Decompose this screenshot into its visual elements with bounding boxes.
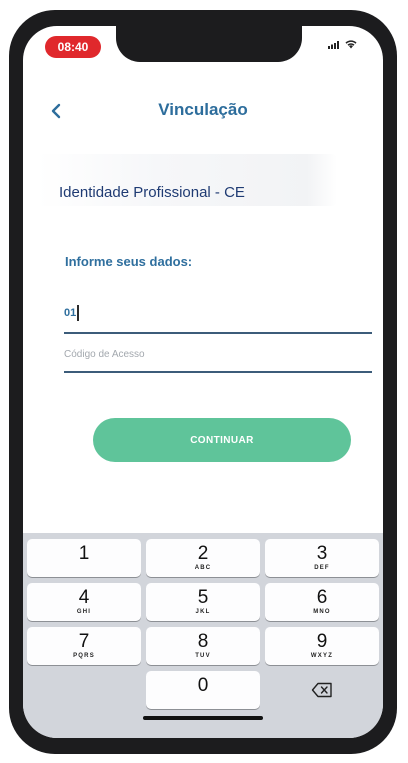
key-digit: 1 bbox=[78, 543, 90, 564]
key-6[interactable]: 6 MNO bbox=[265, 583, 379, 621]
key-letters: MNO bbox=[313, 609, 331, 615]
access-code-placeholder: Código de Acesso bbox=[64, 348, 145, 360]
key-letters: TUV bbox=[195, 653, 211, 659]
key-letters: DEF bbox=[314, 565, 330, 571]
key-letters: ABC bbox=[194, 565, 212, 571]
key-1[interactable]: 1 bbox=[27, 539, 141, 577]
phone-frame: 08:40 Vinculação Identidade Profissional… bbox=[9, 10, 397, 754]
status-icons bbox=[328, 40, 357, 49]
key-7[interactable]: 7 PQRS bbox=[27, 627, 141, 665]
backspace-icon bbox=[311, 682, 332, 698]
continue-button[interactable]: CONTINUAR bbox=[93, 418, 351, 462]
delete-key[interactable] bbox=[265, 671, 379, 709]
key-0[interactable]: 0 bbox=[146, 671, 260, 709]
key-8[interactable]: 8 TUV bbox=[146, 627, 260, 665]
page-title: Vinculação bbox=[158, 100, 248, 119]
status-time: 08:40 bbox=[45, 36, 101, 58]
key-digit: 3 bbox=[316, 543, 328, 564]
app-screen: 08:40 Vinculação Identidade Profissional… bbox=[23, 26, 383, 738]
key-letters: PQRS bbox=[73, 653, 95, 659]
key-letters: GHI bbox=[76, 609, 92, 615]
key-letters: JKL bbox=[195, 609, 211, 615]
key-2[interactable]: 2 ABC bbox=[146, 539, 260, 577]
text-caret bbox=[77, 305, 80, 321]
device-notch bbox=[116, 26, 302, 62]
home-indicator[interactable] bbox=[143, 716, 263, 720]
input-value: 01 bbox=[64, 307, 77, 319]
key-digit: 4 bbox=[78, 587, 90, 608]
key-digit: 2 bbox=[197, 543, 209, 564]
key-digit: 7 bbox=[78, 631, 90, 652]
key-digit: 0 bbox=[197, 675, 209, 696]
key-3[interactable]: 3 DEF bbox=[265, 539, 379, 577]
key-5[interactable]: 5 JKL bbox=[146, 583, 260, 621]
wifi-icon bbox=[345, 40, 357, 49]
key-9[interactable]: 9 WXYZ bbox=[265, 627, 379, 665]
access-code-input[interactable]: Código de Acesso bbox=[64, 337, 372, 373]
key-digit: 6 bbox=[316, 587, 328, 608]
key-letters: WXYZ bbox=[310, 653, 334, 659]
signal-icon bbox=[328, 40, 339, 49]
key-4[interactable]: 4 GHI bbox=[27, 583, 141, 621]
profile-label: Identidade Profissional - CE bbox=[59, 184, 245, 201]
key-digit: 8 bbox=[197, 631, 209, 652]
section-label: Informe seus dados: bbox=[65, 254, 193, 269]
numeric-keypad: 1 2 ABC 3 DEF 4 GHI 5 JKL 6 MNO 7 PQRS 8… bbox=[23, 533, 383, 738]
key-digit: 9 bbox=[316, 631, 328, 652]
data-input[interactable]: 01 bbox=[64, 294, 372, 334]
key-digit: 5 bbox=[197, 587, 209, 608]
